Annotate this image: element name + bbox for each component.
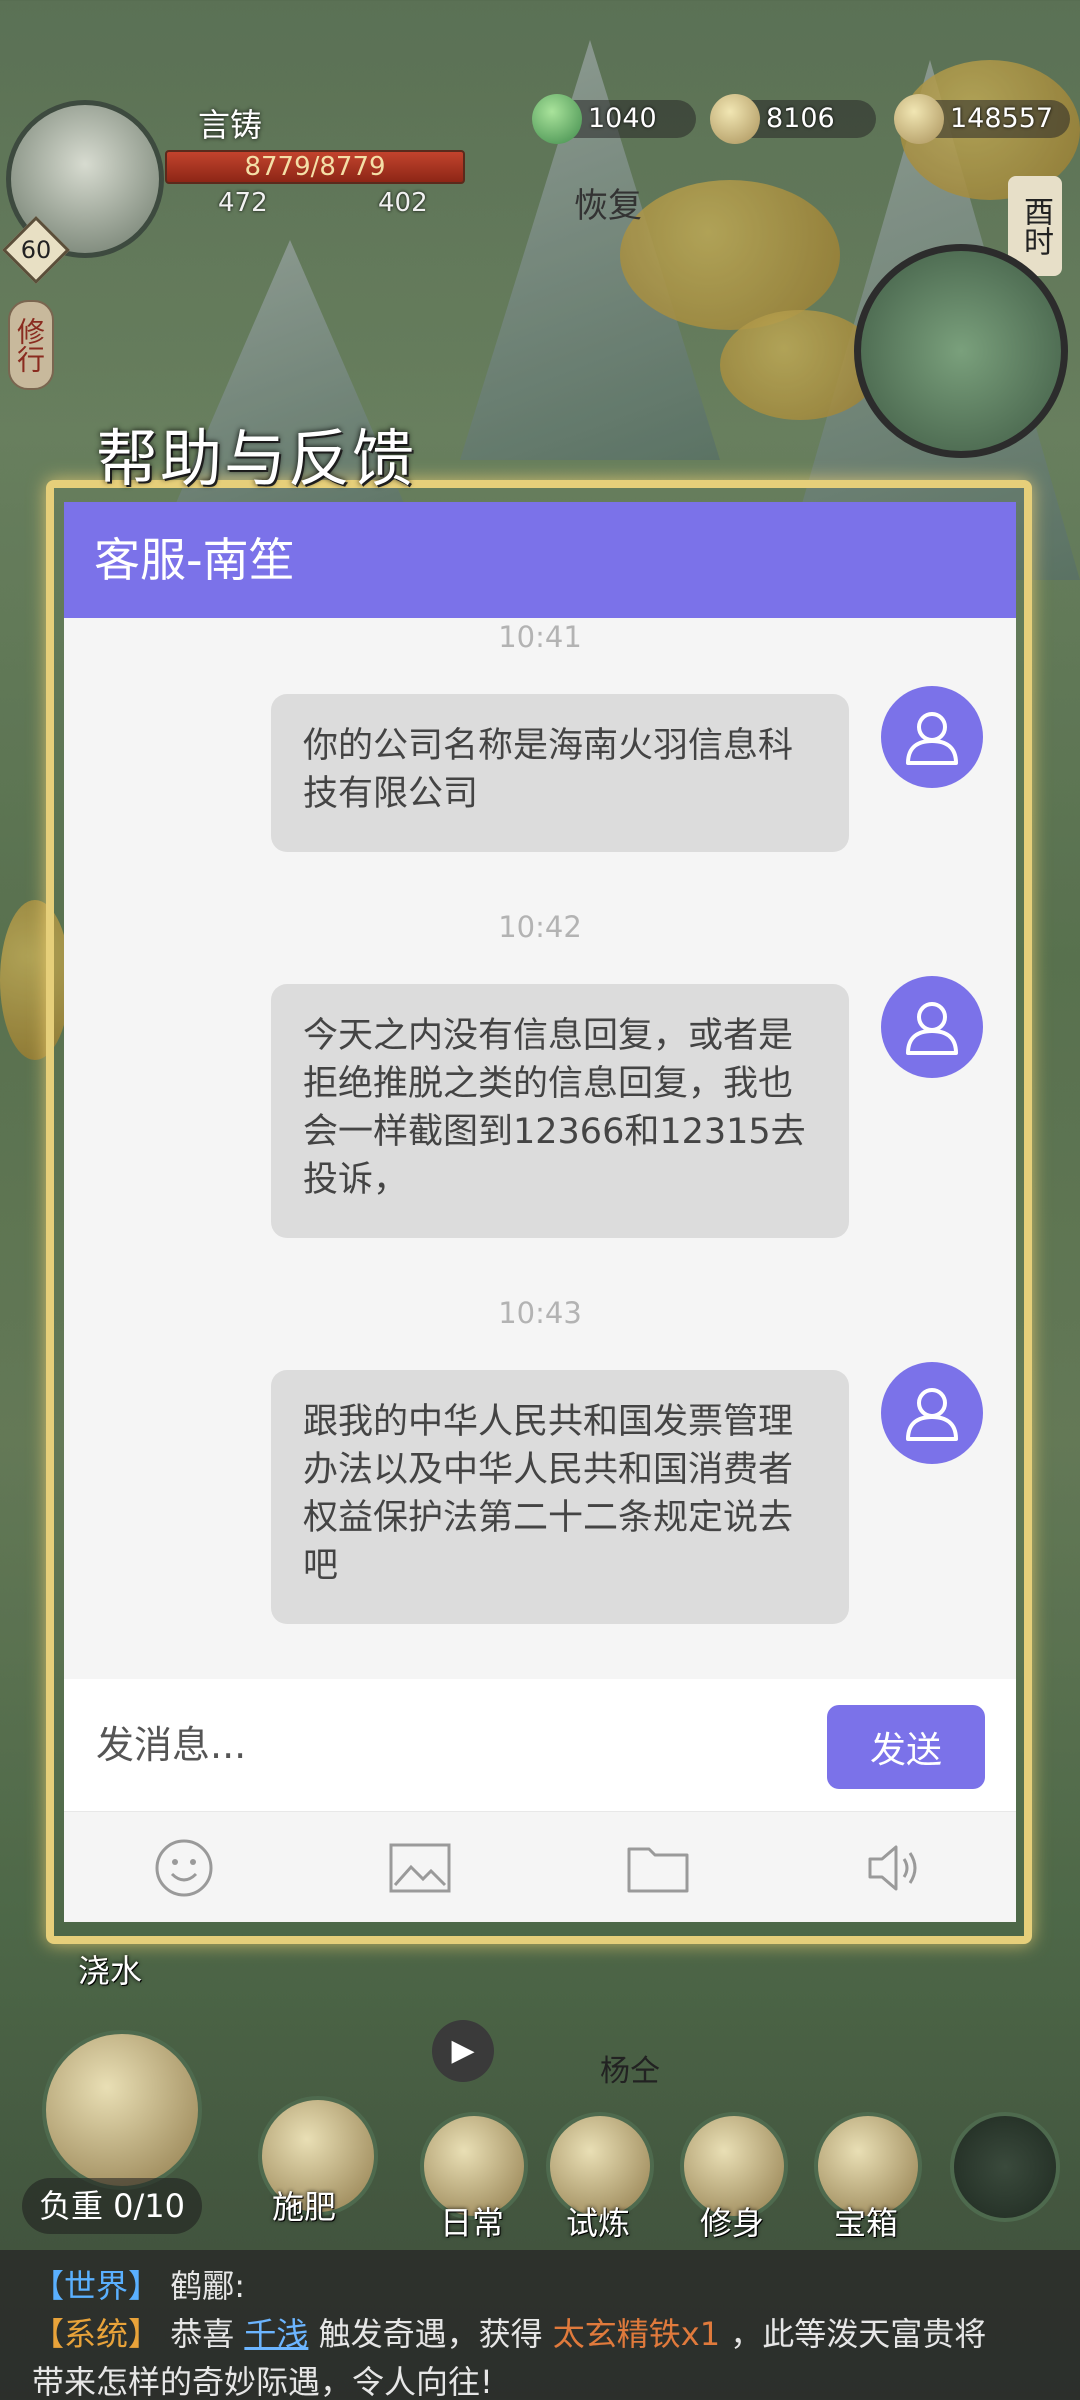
expand-arrow-button[interactable]: ▶	[432, 2020, 494, 2082]
message-timestamp: 10:43	[498, 1296, 582, 1330]
cultivate-self-label[interactable]: 修身	[700, 2198, 764, 2244]
jade-icon	[532, 94, 582, 144]
chat-user[interactable]: 鹤酈:	[170, 2267, 245, 2305]
folder-icon[interactable]	[626, 1836, 690, 1900]
resource-jade-value: 1040	[588, 103, 657, 134]
image-icon[interactable]	[388, 1836, 452, 1900]
message-input-bar: 发送	[64, 1679, 1016, 1811]
user-icon	[906, 712, 958, 765]
water-label[interactable]: 浇水	[78, 1946, 142, 1992]
channel-tag-system: 【系统】	[32, 2315, 161, 2353]
help-feedback-dialog: 客服-南笙 10:41 你的公司名称是海南火羽信息科技有限公司 10:42 今天…	[64, 502, 1016, 1922]
user-avatar	[881, 976, 983, 1078]
user-icon	[906, 1002, 958, 1055]
coin-icon	[894, 94, 944, 144]
cultivate-button[interactable]: 修行	[8, 300, 54, 390]
message-bubble[interactable]: 今天之内没有信息回复，或者是拒绝推脱之类的信息回复，我也会一样截图到12366和…	[271, 984, 849, 1238]
daily-label[interactable]: 日常	[440, 2198, 504, 2244]
dialog-title: 帮助与反馈	[96, 422, 417, 495]
npc-name[interactable]: 杨仝	[600, 2046, 660, 2090]
player-name: 言铸	[198, 106, 263, 144]
resource-coin[interactable]: 148557	[894, 94, 1070, 144]
message-timestamp: 10:41	[498, 620, 582, 654]
stat-a-value: 472	[218, 188, 268, 218]
chat-toolbar	[64, 1811, 1016, 1922]
channel-tag-world: 【世界】	[32, 2267, 161, 2305]
resource-coin-value: 148557	[950, 103, 1054, 134]
weight-indicator: 负重 0/10	[22, 2178, 202, 2234]
message-input[interactable]	[64, 1679, 804, 1811]
resource-jade[interactable]: 1040	[532, 94, 696, 144]
user-avatar	[881, 1362, 983, 1464]
level-value: 60	[20, 236, 52, 264]
system-text: 恭喜	[170, 2315, 235, 2353]
resource-silver[interactable]: 8106	[710, 94, 876, 144]
emoji-icon[interactable]	[152, 1836, 216, 1900]
user-avatar	[881, 686, 983, 788]
watering-station[interactable]	[42, 2030, 202, 2190]
minimap[interactable]	[854, 244, 1068, 458]
message-bubble[interactable]: 跟我的中华人民共和国发票管理办法以及中华人民共和国消费者权益保护法第二十二条规定…	[271, 1370, 849, 1624]
player-link[interactable]: 千浅	[244, 2315, 308, 2353]
resource-silver-value: 8106	[766, 103, 835, 134]
system-text: 触发奇遇，获得	[318, 2315, 543, 2353]
message-timestamp: 10:42	[498, 910, 582, 944]
treasure-chest-label[interactable]: 宝箱	[834, 2198, 898, 2244]
message-bubble[interactable]: 你的公司名称是海南火羽信息科技有限公司	[271, 694, 849, 852]
system-text: ，此等泼天富贵将	[730, 2315, 987, 2353]
chat-message-list[interactable]: 10:41 你的公司名称是海南火羽信息科技有限公司 10:42 今天之内没有信息…	[64, 618, 1016, 1679]
hp-bar: 8779/8779	[165, 150, 465, 184]
chat-log-line: 【世界】 鹤酈:	[32, 2262, 1048, 2310]
chat-log[interactable]: 【世界】 鹤酈: 【系统】 恭喜 千浅 触发奇遇，获得 太玄精铁x1 ，此等泼天…	[0, 2250, 1080, 2400]
silver-ingot-icon	[710, 94, 760, 144]
fertilize-label[interactable]: 施肥	[272, 2182, 336, 2228]
speaker-icon[interactable]	[864, 1836, 928, 1900]
recover-label[interactable]: 恢复	[574, 178, 642, 227]
chat-header: 客服-南笙	[64, 502, 1016, 618]
stat-b-value: 402	[378, 188, 428, 218]
trial-label[interactable]: 试炼	[566, 2198, 630, 2244]
collapse-menu-button[interactable]	[950, 2112, 1060, 2222]
send-button[interactable]: 发送	[827, 1705, 985, 1789]
chat-log-line: 【系统】 恭喜 千浅 触发奇遇，获得 太玄精铁x1 ，此等泼天富贵将	[32, 2310, 1048, 2358]
item-link[interactable]: 太玄精铁x1	[553, 2315, 720, 2353]
user-icon	[906, 1388, 958, 1441]
chat-log-line: 带来怎样的奇妙际遇，令人向往!	[32, 2363, 493, 2400]
